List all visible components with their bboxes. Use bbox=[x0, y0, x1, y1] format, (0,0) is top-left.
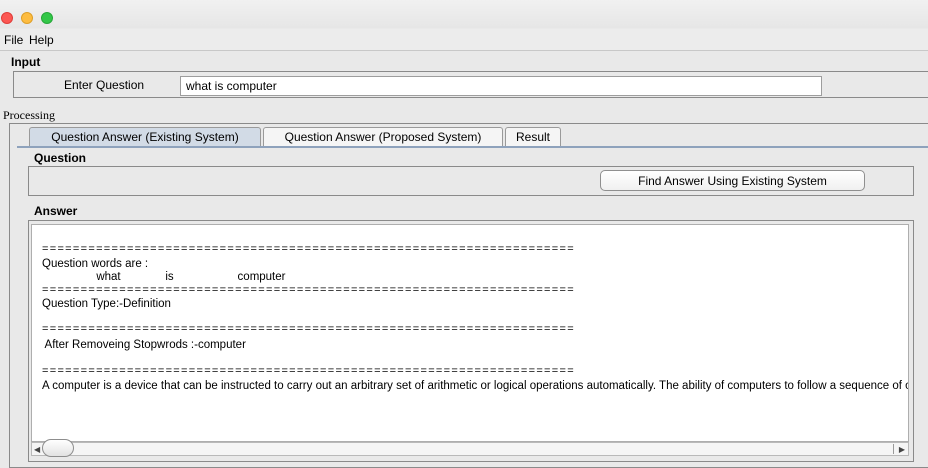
close-window-icon[interactable] bbox=[1, 12, 13, 24]
input-panel-frame: Enter Question bbox=[13, 71, 928, 98]
question-words: what is computer bbox=[42, 271, 286, 283]
tab-content-divider bbox=[17, 146, 928, 148]
scroll-right-arrow-icon[interactable]: ▶ bbox=[899, 445, 905, 454]
answer-section-title: Answer bbox=[34, 204, 78, 218]
answer-section-frame: ========================================… bbox=[28, 220, 914, 462]
find-answer-existing-button[interactable]: Find Answer Using Existing System bbox=[600, 170, 865, 191]
answer-definition-text: A computer is a device that can be instr… bbox=[42, 380, 908, 392]
question-words-label: Question words are : bbox=[42, 258, 149, 270]
input-panel: Input Enter Question bbox=[9, 54, 928, 104]
tab-proposed-system[interactable]: Question Answer (Proposed System) bbox=[263, 127, 503, 147]
question-section-title: Question bbox=[34, 151, 87, 165]
answer-separator: ========================================… bbox=[42, 284, 575, 296]
answer-separator: ========================================… bbox=[42, 323, 575, 335]
menu-bar: File Help bbox=[0, 29, 928, 51]
tab-existing-system[interactable]: Question Answer (Existing System) bbox=[29, 127, 261, 147]
menu-help[interactable]: Help bbox=[29, 33, 54, 47]
tab-result[interactable]: Result bbox=[505, 127, 561, 147]
answer-text-area[interactable]: ========================================… bbox=[31, 224, 909, 442]
stopwords-result-text: After Removeing Stopwrods :-computer bbox=[42, 339, 246, 351]
menu-file[interactable]: File bbox=[4, 33, 23, 47]
resize-grip-icon bbox=[889, 444, 894, 454]
processing-panel-title: Processing bbox=[3, 108, 55, 122]
question-input[interactable] bbox=[180, 76, 822, 96]
minimize-window-icon[interactable] bbox=[21, 12, 33, 24]
question-type-text: Question Type:-Definition bbox=[42, 298, 171, 310]
maximize-window-icon[interactable] bbox=[41, 12, 53, 24]
answer-separator: ========================================… bbox=[42, 365, 575, 377]
window-titlebar bbox=[0, 0, 928, 28]
input-panel-title: Input bbox=[11, 55, 41, 69]
question-section-frame: Find Answer Using Existing System bbox=[28, 166, 914, 196]
scroll-left-arrow-icon[interactable]: ◀ bbox=[34, 445, 40, 454]
enter-question-label: Enter Question bbox=[64, 78, 145, 92]
answer-separator: ========================================… bbox=[42, 243, 575, 255]
answer-horizontal-scrollbar[interactable]: ◀ ▶ bbox=[31, 439, 909, 457]
scrollbar-thumb[interactable] bbox=[42, 439, 74, 457]
